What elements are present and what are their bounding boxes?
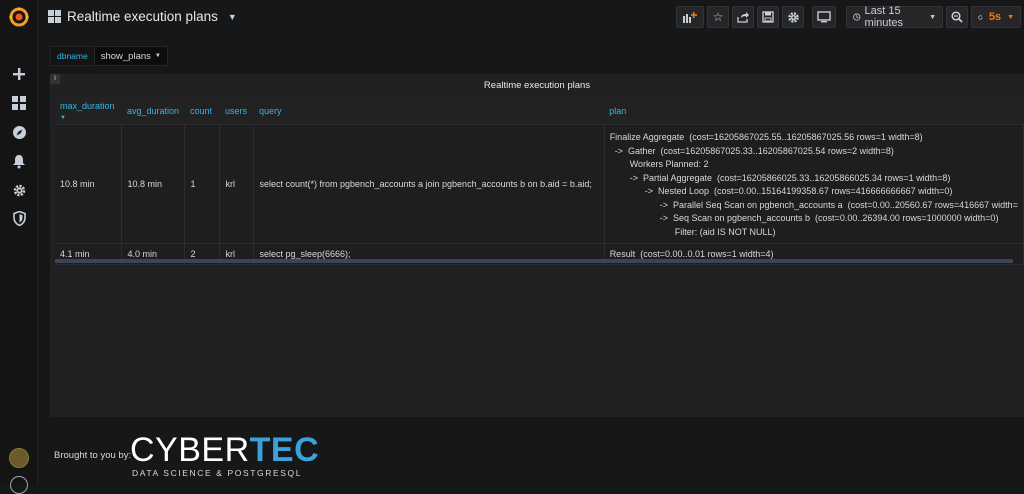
dashboard-picker[interactable]: Realtime execution plans ▼ — [48, 9, 237, 24]
cell-query: select count(*) from pgbench_accounts a … — [253, 124, 605, 244]
table-row: 10.8 min 10.8 min 1 krl select count(*) … — [55, 124, 1024, 244]
cybertec-logo: CYBERTEC — [130, 431, 320, 469]
variable-dbname-select[interactable]: show_plans ▼ — [94, 46, 168, 66]
refresh-picker[interactable]: 5s ▼ — [971, 6, 1021, 28]
grafana-logo-icon[interactable] — [8, 6, 30, 28]
plus-icon[interactable] — [9, 64, 29, 84]
column-header-plan[interactable]: plan — [604, 98, 1024, 125]
footer-branding: Brought to you by: CYBERTEC DATA SCIENCE… — [50, 420, 1024, 484]
plans-table: max_duration ▼ avg_duration count users … — [55, 98, 1024, 265]
cell-count: 1 — [184, 124, 221, 244]
bell-icon[interactable] — [9, 151, 29, 171]
time-range-label: Last 15 minutes — [864, 5, 904, 29]
tv-mode-button[interactable] — [812, 6, 836, 28]
add-panel-icon — [683, 12, 697, 23]
avatar[interactable] — [9, 448, 29, 468]
sidebar — [0, 0, 38, 494]
top-navbar: Realtime execution plans ▼ ☆ Last 15 min… — [38, 0, 1024, 34]
cell-users: krl — [219, 124, 255, 244]
column-header-max-duration[interactable]: max_duration ▼ — [55, 98, 122, 125]
save-button[interactable] — [757, 6, 779, 28]
variable-value: show_plans — [100, 50, 151, 62]
cell-max-duration: 10.8 min — [55, 124, 123, 244]
column-header-count[interactable]: count — [184, 98, 220, 125]
explore-icon[interactable] — [9, 122, 29, 142]
dashboards-icon[interactable] — [9, 93, 29, 113]
add-panel-button[interactable] — [676, 6, 704, 28]
cybertec-tagline: DATA SCIENCE & POSTGRESQL — [132, 468, 303, 478]
clock-icon — [853, 13, 861, 21]
column-header-avg-duration[interactable]: avg_duration — [121, 98, 185, 125]
table-header-row: max_duration ▼ avg_duration count users … — [55, 98, 1024, 125]
caret-down-icon: ▼ — [227, 11, 237, 22]
caret-down-icon: ▼ — [154, 53, 161, 59]
save-icon — [762, 11, 774, 23]
help-icon[interactable] — [10, 476, 28, 494]
refresh-icon — [978, 14, 983, 20]
horizontal-scrollbar[interactable] — [55, 259, 1013, 263]
caret-down-icon: ▼ — [1007, 13, 1014, 21]
brought-to-you-text: Brought to you by: — [54, 450, 132, 461]
zoom-out-button[interactable] — [946, 6, 968, 28]
star-button[interactable]: ☆ — [707, 6, 729, 28]
refresh-rate-label: 5s — [988, 11, 1002, 23]
sort-desc-icon: ▼ — [60, 115, 66, 121]
settings-icon — [787, 11, 799, 23]
cell-plan: Finalize Aggregate (cost=16205867025.55.… — [604, 124, 1024, 244]
tv-icon — [817, 11, 831, 23]
zoom-out-icon — [951, 11, 963, 23]
column-header-users[interactable]: users — [219, 98, 254, 125]
column-header-query[interactable]: query — [253, 98, 605, 125]
settings-button[interactable] — [782, 6, 804, 28]
panel-title[interactable]: Realtime execution plans — [50, 80, 1024, 91]
shield-icon[interactable] — [9, 208, 29, 228]
gear-icon[interactable] — [9, 180, 29, 200]
share-icon — [737, 12, 749, 23]
star-icon: ☆ — [712, 10, 724, 24]
dashboard-title: Realtime execution plans — [67, 9, 218, 24]
table-panel: i Realtime execution plans max_duration … — [50, 74, 1024, 417]
caret-down-icon: ▼ — [929, 13, 936, 21]
variable-label: dbname — [50, 46, 95, 66]
dashboard-grid-icon — [48, 10, 61, 23]
share-button[interactable] — [732, 6, 754, 28]
cell-avg-duration: 10.8 min — [121, 124, 186, 244]
time-picker[interactable]: Last 15 minutes ▼ — [846, 5, 943, 29]
template-variables: dbname show_plans ▼ — [50, 46, 168, 66]
